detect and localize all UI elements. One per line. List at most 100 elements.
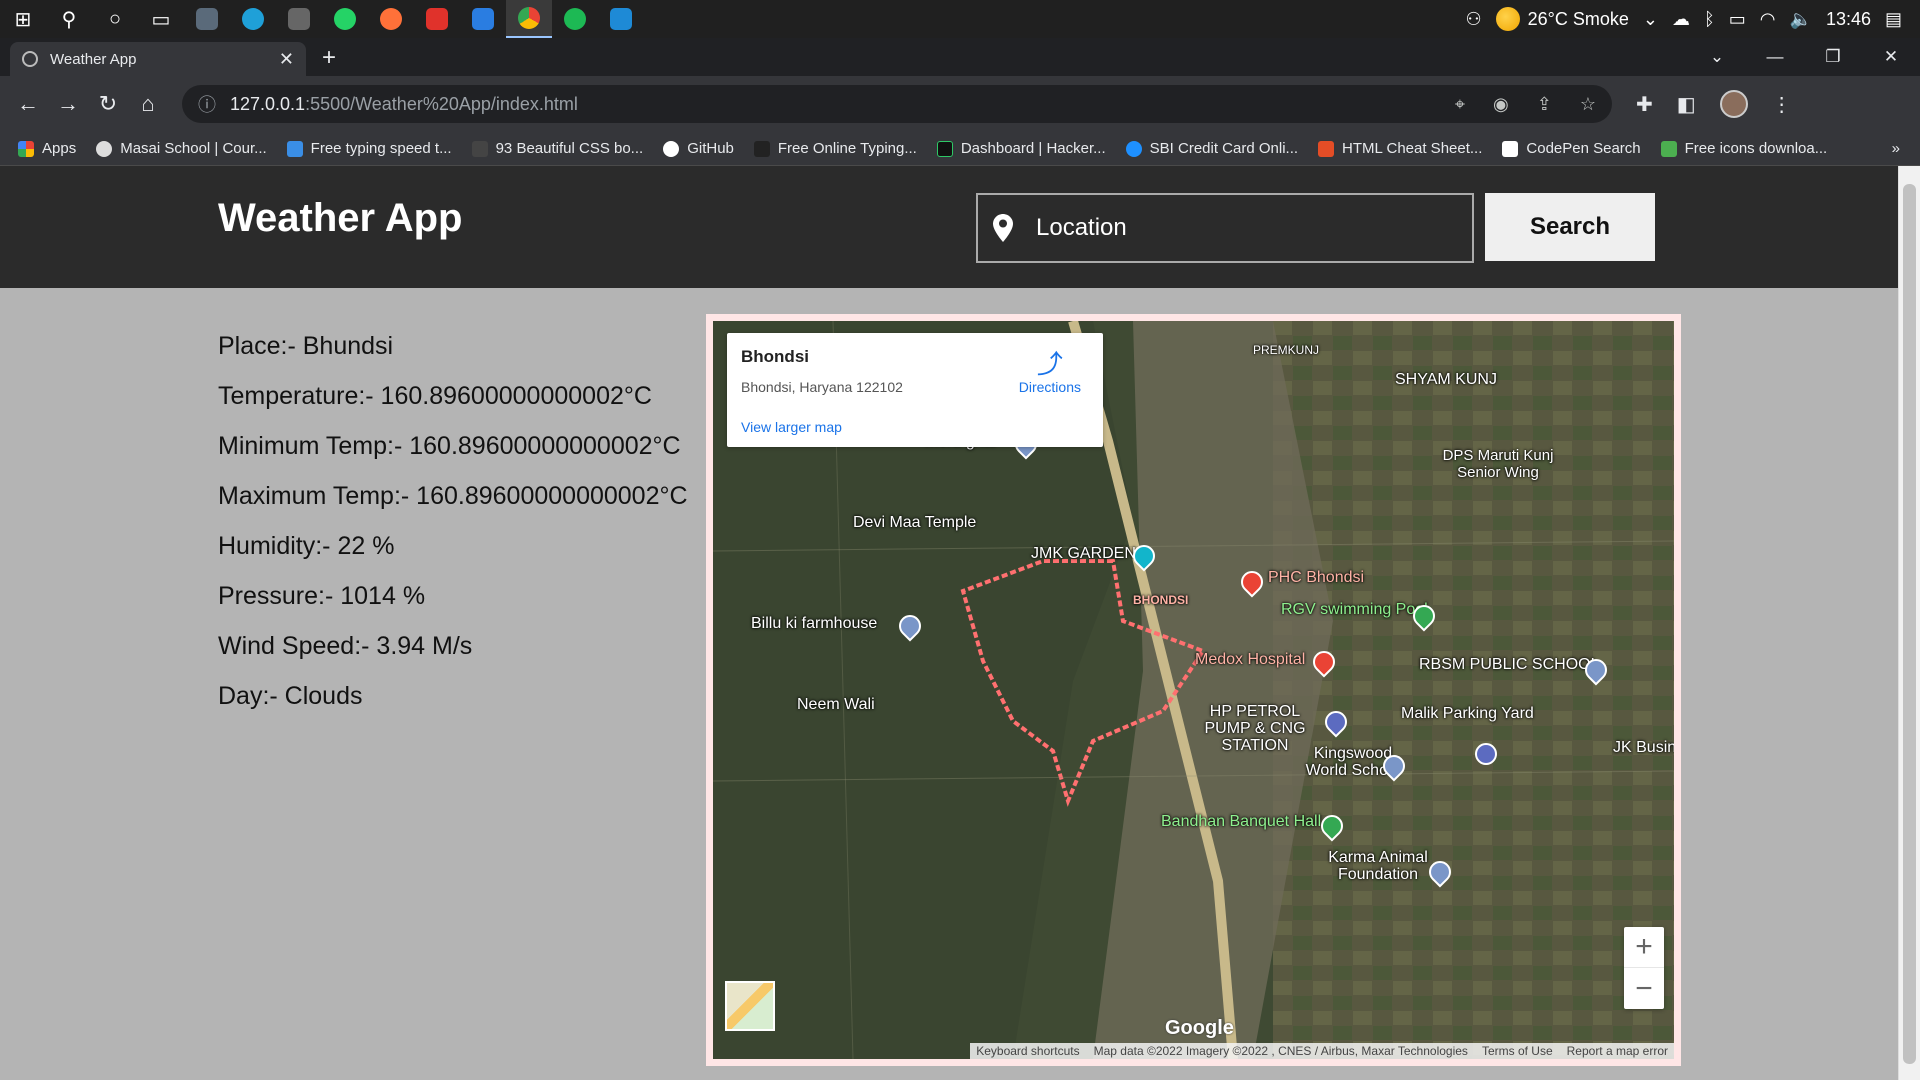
weather-widget[interactable]: 26°C Smoke	[1495, 7, 1629, 31]
profile-avatar[interactable]	[1719, 90, 1748, 118]
bookmark-sbi[interactable]: SBI Credit Card Onli...	[1125, 140, 1298, 157]
bookmark-free-icons[interactable]: Free icons downloa...	[1660, 140, 1828, 157]
notes-icon[interactable]	[460, 0, 506, 38]
bookmark-css-borders[interactable]: 93 Beautiful CSS bo...	[471, 140, 643, 157]
whatsapp-icon[interactable]	[322, 0, 368, 38]
wifi-icon[interactable]: ◠	[1760, 9, 1776, 30]
bookmark-masai[interactable]: Masai School | Cour...	[96, 140, 267, 157]
back-icon[interactable]: ←	[8, 91, 48, 117]
pressure-text: Pressure:- 1014 %	[218, 582, 426, 610]
vscode-icon[interactable]	[598, 0, 644, 38]
bookmark-label: HTML Cheat Sheet...	[1342, 140, 1483, 157]
humidity-text: Humidity:- 22 %	[218, 532, 395, 560]
windows-start-icon[interactable]: ⊞	[0, 0, 46, 38]
edge-icon[interactable]	[230, 0, 276, 38]
camera-icon[interactable]	[276, 0, 322, 38]
globe-icon	[22, 51, 38, 67]
bookmark-online-typing[interactable]: Free Online Typing...	[753, 140, 917, 157]
restore-button[interactable]: ❐	[1804, 38, 1862, 76]
spotify-icon[interactable]	[552, 0, 598, 38]
page-scrollbar[interactable]	[1898, 166, 1920, 1080]
extensions-icon[interactable]: ✚	[1636, 92, 1653, 117]
bookmark-apps[interactable]: Apps	[18, 140, 76, 157]
map-attribution: Keyboard shortcuts Map data ©2022 Imager…	[970, 1043, 1674, 1059]
clock[interactable]: 13:46	[1826, 9, 1871, 30]
bookmark-label: Free icons downloa...	[1684, 140, 1828, 157]
cloud-icon[interactable]: ☁	[1672, 9, 1690, 30]
menu-icon[interactable]: ⋮	[1772, 92, 1792, 117]
firefox-icon[interactable]	[368, 0, 414, 38]
people-icon[interactable]: ⚇	[1465, 9, 1481, 30]
tab-search-icon[interactable]: ⌄	[1688, 38, 1746, 76]
forward-icon[interactable]: →	[48, 91, 88, 117]
wps-office-icon[interactable]	[414, 0, 460, 38]
map-label-devi-maa-temple: Devi Maa Temple	[853, 514, 977, 531]
side-panel-icon[interactable]: ◧	[1677, 92, 1696, 117]
tab-weather-app[interactable]: Weather App ✕	[10, 42, 306, 76]
directions-label: Directions	[1018, 379, 1081, 395]
home-icon[interactable]: ⌂	[128, 91, 168, 117]
wind-speed-text: Wind Speed:- 3.94 M/s	[218, 632, 473, 660]
minimize-button[interactable]: —	[1746, 38, 1804, 76]
search-icon[interactable]: ⚲	[46, 0, 92, 38]
typing-icon	[286, 140, 303, 157]
browser-toolbar: ← → ↻ ⌂ ⓘ 127.0.0.1 :5500/Weather%20App/…	[0, 76, 1920, 132]
share-icon[interactable]: ⇪	[1537, 94, 1552, 115]
bookmark-codepen[interactable]: CodePen Search	[1502, 140, 1641, 157]
bookmark-hackerrank[interactable]: Dashboard | Hacker...	[936, 140, 1106, 157]
scrollbar-thumb[interactable]	[1903, 184, 1916, 1064]
map-data-text: Map data ©2022 Imagery ©2022 , CNES / Ai…	[1093, 1044, 1468, 1058]
map-label-bandhan-banquet-hall: Bandhan Banquet Hall	[1161, 813, 1322, 830]
task-view-icon[interactable]: ▭	[138, 0, 184, 38]
bookmark-typing-speed[interactable]: Free typing speed t...	[286, 140, 452, 157]
info-icon[interactable]: ⓘ	[198, 91, 216, 117]
close-tab-icon[interactable]: ✕	[279, 49, 294, 70]
notifications-icon[interactable]: ▤	[1885, 9, 1902, 30]
zoom-in-button[interactable]: +	[1624, 927, 1664, 968]
report-map-error-link[interactable]: Report a map error	[1567, 1044, 1668, 1058]
bookmarks-overflow[interactable]: »	[1892, 140, 1900, 157]
page-content: Weather App Search Place:- Bhundsi Tempe…	[0, 166, 1898, 1080]
location-input[interactable]	[1036, 214, 1436, 242]
zoom-out-button[interactable]: −	[1624, 968, 1664, 1009]
map-label-phc-bhondsi: PHC Bhondsi	[1268, 569, 1365, 586]
bookmark-html-cheatsheet[interactable]: HTML Cheat Sheet...	[1318, 140, 1482, 157]
bookmark-label: GitHub	[687, 140, 734, 157]
reload-icon[interactable]: ↻	[88, 91, 128, 117]
new-tab-button[interactable]: +	[322, 44, 336, 72]
cortana-icon[interactable]: ○	[92, 0, 138, 38]
page-title: Weather App	[218, 196, 463, 240]
google-map[interactable]: Mera ghar Devi Maa Temple JMK GARDEN PHC…	[713, 321, 1674, 1059]
location-icon[interactable]: ⌖	[1455, 94, 1465, 115]
windows-taskbar: ⊞ ⚲ ○ ▭ ⚇ 26°C Smoke ⌄ ☁ ᛒ ▭ ◠ 🔈 13:46 ▤	[0, 0, 1920, 38]
close-window-button[interactable]: ✕	[1862, 38, 1920, 76]
bluetooth-icon[interactable]: ᛒ	[1704, 9, 1715, 30]
zoom-controls: + −	[1624, 927, 1664, 1009]
parking-marker-icon[interactable]	[1475, 743, 1497, 765]
calculator-icon[interactable]	[184, 0, 230, 38]
keyboard-shortcuts-link[interactable]: Keyboard shortcuts	[976, 1044, 1079, 1058]
bookmark-star-icon[interactable]: ☆	[1580, 94, 1596, 115]
css-icon	[471, 140, 488, 157]
eye-off-icon[interactable]: ◉	[1493, 94, 1509, 115]
max-temp-text: Maximum Temp:- 160.89600000000002°C	[218, 482, 688, 510]
map-label-rgv-swimming-pool: RGV swimming Pool	[1281, 601, 1428, 618]
app-header: Weather App Search	[0, 166, 1898, 288]
terms-of-use-link[interactable]: Terms of Use	[1482, 1044, 1553, 1058]
directions-button[interactable]: ⤴ Directions	[1019, 349, 1081, 395]
map-label-jmk-garden: JMK GARDEN	[1031, 545, 1136, 562]
bookmark-label: CodePen Search	[1526, 140, 1641, 157]
map-label-malik-parking: Malik Parking Yard	[1401, 705, 1534, 722]
location-pin-icon	[993, 214, 1013, 242]
address-bar[interactable]: ⓘ 127.0.0.1 :5500/Weather%20App/index.ht…	[182, 85, 1612, 123]
location-search-box[interactable]	[976, 193, 1474, 263]
battery-icon[interactable]: ▭	[1729, 9, 1746, 30]
view-larger-map-link[interactable]: View larger map	[741, 419, 842, 435]
search-button[interactable]: Search	[1485, 193, 1655, 261]
volume-icon[interactable]: 🔈	[1790, 9, 1812, 30]
map-layer-toggle[interactable]	[725, 981, 775, 1031]
bookmark-github[interactable]: GitHub	[663, 140, 734, 157]
day-text: Day:- Clouds	[218, 682, 363, 710]
chevron-up-icon[interactable]: ⌄	[1643, 9, 1658, 30]
chrome-icon[interactable]	[506, 0, 552, 38]
